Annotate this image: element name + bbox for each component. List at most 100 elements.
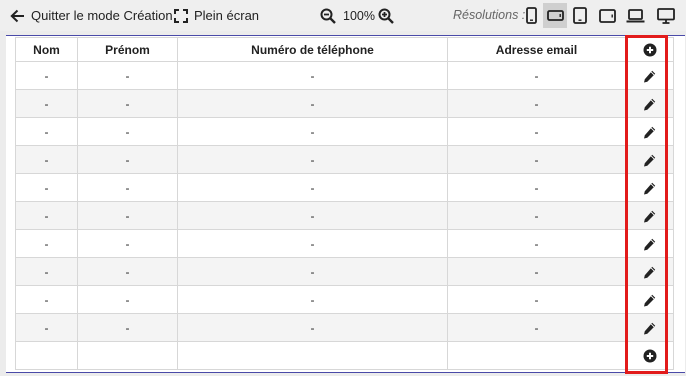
footer-action-cell [625, 341, 674, 370]
pencil-icon [644, 266, 656, 279]
cell-prenom: - [77, 313, 178, 342]
zoom-level-value: 100% [343, 8, 375, 23]
plus-circle-icon [643, 43, 656, 57]
resolution-phone-landscape-button[interactable] [543, 3, 567, 28]
resolution-tablet-portrait-button[interactable] [569, 3, 591, 28]
design-canvas: Nom Prénom Numéro de téléphone Adresse e… [6, 35, 685, 373]
edit-row-button[interactable] [643, 238, 656, 251]
table-row: ---- [15, 285, 674, 314]
add-row-button[interactable] [643, 43, 657, 57]
cell-nom: - [15, 229, 78, 258]
resolution-desktop-button[interactable] [655, 3, 677, 28]
cell-email: - [447, 285, 626, 314]
cell-nom: - [15, 257, 78, 286]
row-action-cell [625, 285, 674, 314]
zoom-in-button[interactable] [378, 0, 394, 31]
table-row: ---- [15, 173, 674, 202]
row-action-cell [625, 89, 674, 118]
table-row: ---- [15, 229, 674, 258]
tablet-landscape-icon [598, 8, 616, 23]
resolution-tablet-landscape-button[interactable] [596, 3, 618, 28]
plus-circle-icon [643, 349, 656, 363]
cell-telephone: - [177, 173, 448, 202]
cell-nom: - [15, 201, 78, 230]
row-action-cell [625, 145, 674, 174]
add-row-footer-button[interactable] [643, 349, 657, 363]
pencil-icon [644, 98, 656, 111]
edit-row-button[interactable] [643, 126, 656, 139]
pencil-icon [644, 322, 656, 335]
fullscreen-button[interactable]: Plein écran [174, 0, 259, 31]
row-action-cell [625, 173, 674, 202]
exit-design-mode-button[interactable]: Quitter le mode Création [10, 0, 173, 31]
cell-prenom: - [77, 229, 178, 258]
cell-email: - [447, 145, 626, 174]
cell-email: - [447, 201, 626, 230]
cell-prenom: - [77, 61, 178, 90]
fullscreen-icon [174, 8, 188, 23]
row-action-cell [625, 313, 674, 342]
edit-row-button[interactable] [643, 98, 656, 111]
cell-prenom: - [77, 285, 178, 314]
table-row: ---- [15, 61, 674, 90]
table-footer-row [15, 341, 674, 370]
cell-nom: - [15, 173, 78, 202]
column-header-actions [625, 37, 674, 62]
zoom-in-icon [378, 8, 394, 24]
cell-nom: - [15, 285, 78, 314]
pencil-icon [644, 238, 656, 251]
cell-telephone: - [177, 89, 448, 118]
table-row: ---- [15, 257, 674, 286]
edit-row-button[interactable] [643, 154, 656, 167]
footer-cell [77, 341, 178, 370]
contacts-table: Nom Prénom Numéro de téléphone Adresse e… [15, 37, 674, 370]
cell-prenom: - [77, 117, 178, 146]
cell-telephone: - [177, 117, 448, 146]
cell-email: - [447, 313, 626, 342]
cell-telephone: - [177, 201, 448, 230]
cell-email: - [447, 89, 626, 118]
fullscreen-label: Plein écran [194, 8, 260, 23]
cell-prenom: - [77, 173, 178, 202]
designer-toolbar: Quitter le mode Création Plein écran 100… [0, 0, 686, 31]
column-header-prenom: Prénom [77, 37, 178, 62]
arrow-left-icon [10, 9, 24, 22]
column-header-email: Adresse email [447, 37, 626, 62]
table-row: ---- [15, 117, 674, 146]
table-row: ---- [15, 201, 674, 230]
edit-row-button[interactable] [643, 294, 656, 307]
zoom-out-button[interactable] [320, 0, 336, 31]
edit-row-button[interactable] [643, 70, 656, 83]
cell-telephone: - [177, 313, 448, 342]
cell-email: - [447, 117, 626, 146]
edit-row-button[interactable] [643, 182, 656, 195]
cell-telephone: - [177, 229, 448, 258]
edit-row-button[interactable] [643, 210, 656, 223]
table-header-row: Nom Prénom Numéro de téléphone Adresse e… [15, 37, 674, 62]
pencil-icon [644, 126, 656, 139]
column-header-nom: Nom [15, 37, 78, 62]
cell-prenom: - [77, 257, 178, 286]
zoom-out-icon [320, 8, 336, 24]
edit-row-button[interactable] [643, 266, 656, 279]
row-action-cell [625, 257, 674, 286]
cell-prenom: - [77, 201, 178, 230]
row-action-cell [625, 117, 674, 146]
zoom-level: 100% [343, 0, 375, 31]
laptop-icon [626, 8, 644, 22]
cell-prenom: - [77, 89, 178, 118]
edit-row-button[interactable] [643, 322, 656, 335]
cell-email: - [447, 61, 626, 90]
pencil-icon [644, 70, 656, 83]
phone-portrait-icon [525, 7, 537, 24]
cell-nom: - [15, 145, 78, 174]
resolution-laptop-button[interactable] [624, 3, 646, 28]
pencil-icon [644, 294, 656, 307]
footer-cell [447, 341, 626, 370]
cell-nom: - [15, 117, 78, 146]
row-action-cell [625, 61, 674, 90]
phone-landscape-icon [546, 10, 564, 21]
resolutions-label: Résolutions : [453, 8, 526, 22]
footer-cell [177, 341, 448, 370]
resolution-phone-portrait-button[interactable] [520, 3, 542, 28]
